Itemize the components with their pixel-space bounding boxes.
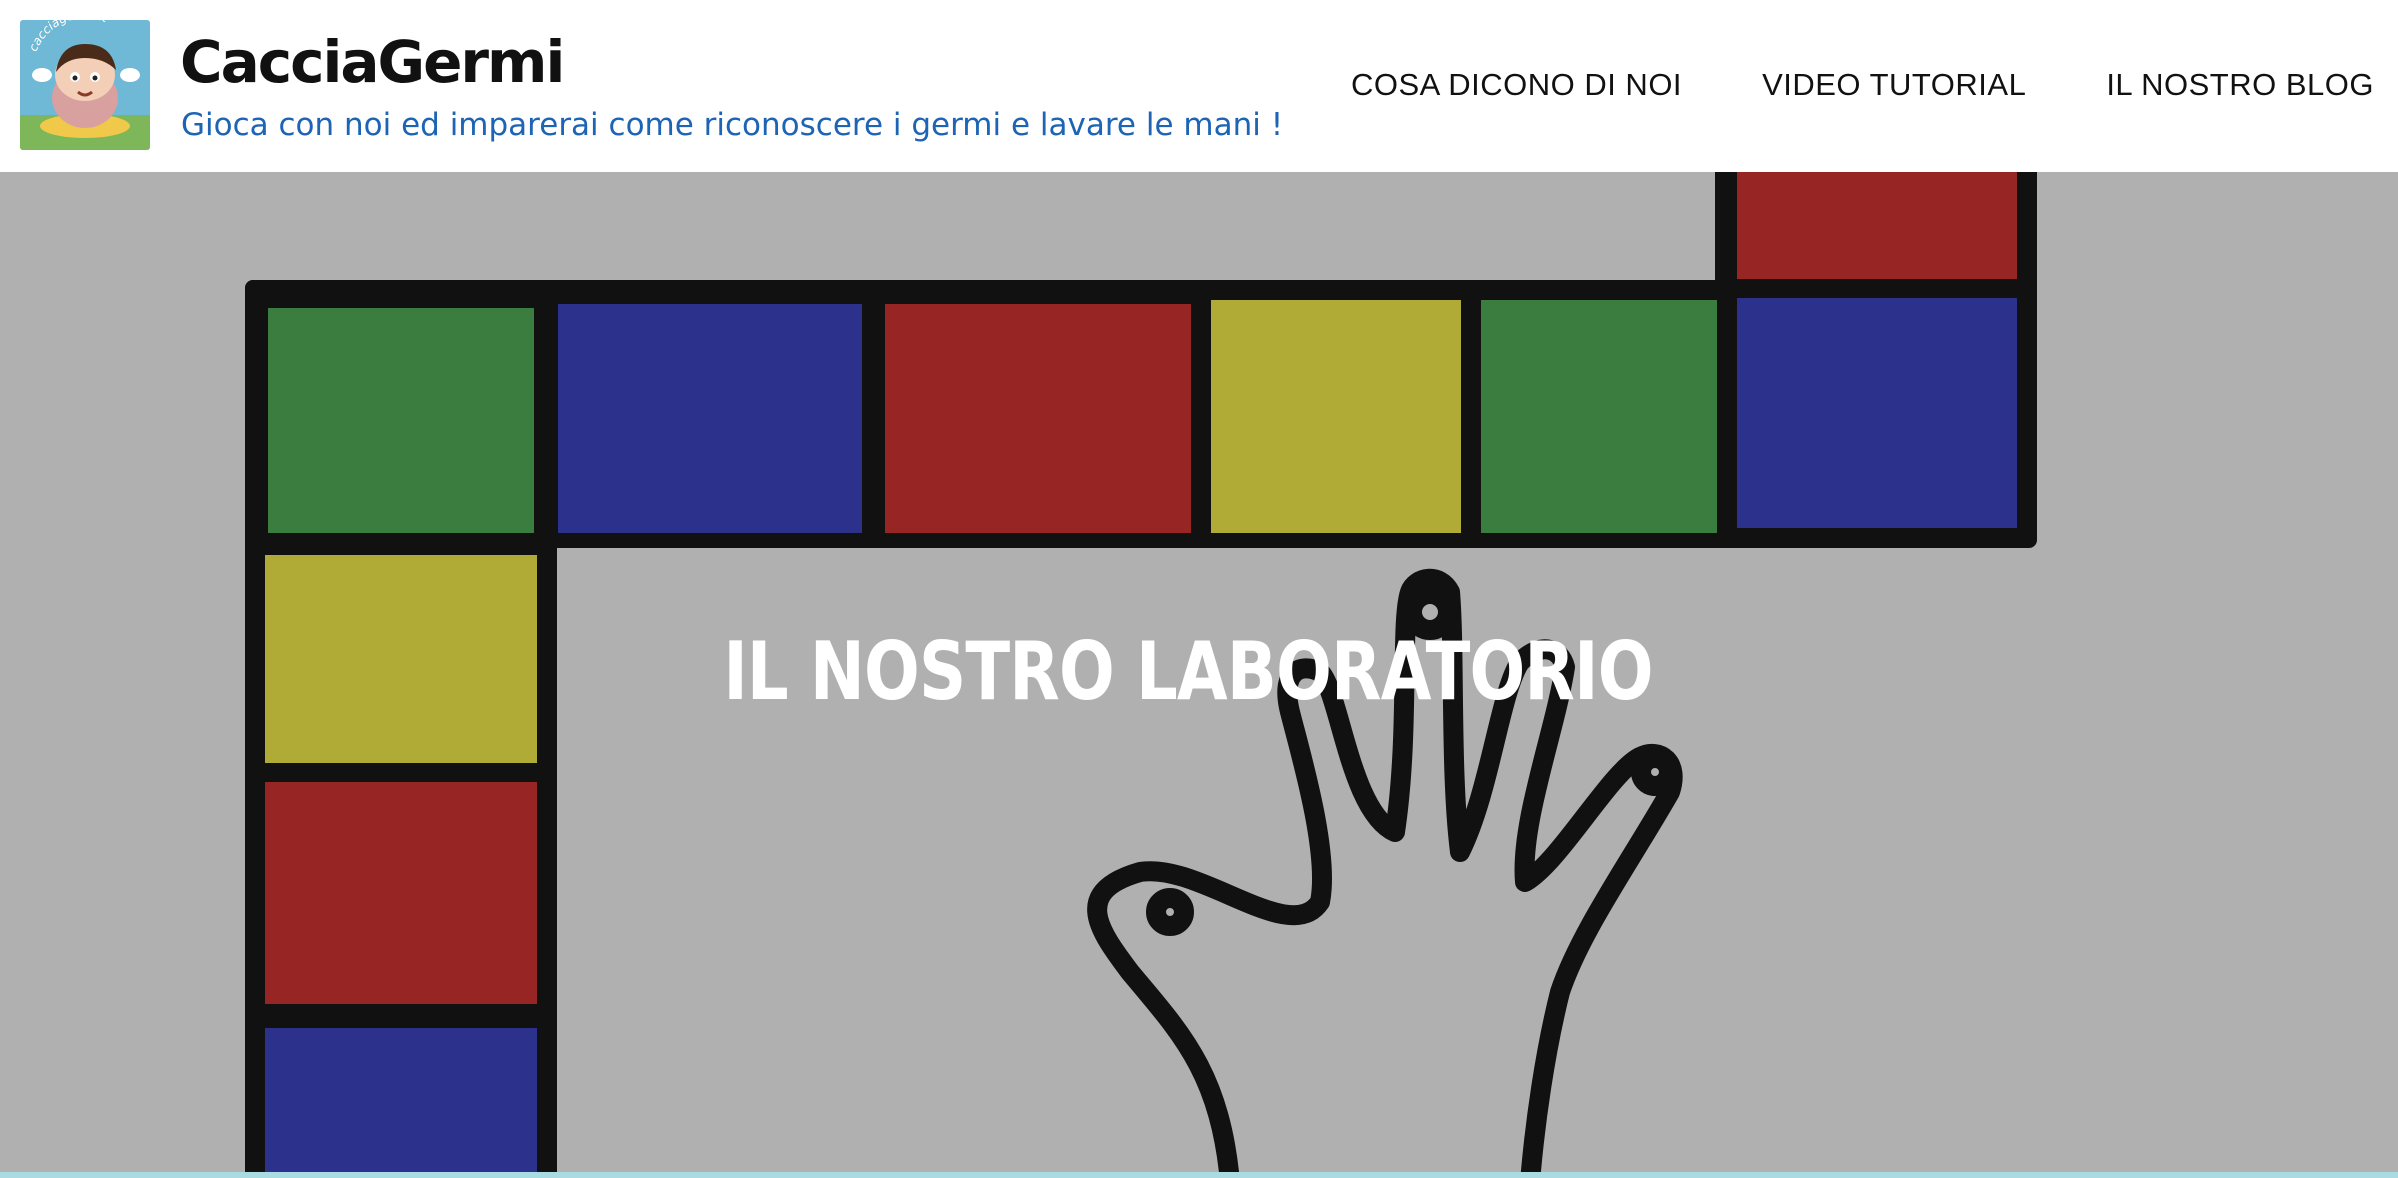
site-tagline: Gioca con noi ed imparerai come riconosc…: [181, 107, 1284, 143]
board-square-green: [268, 308, 534, 533]
hero-title: IL NOSTRO LABORATORIO: [723, 625, 1653, 718]
main-nav: COSA DICONO DI NOI VIDEO TUTORIAL IL NOS…: [1351, 60, 2374, 110]
nav-video-tutorial[interactable]: VIDEO TUTORIAL: [1762, 67, 2026, 103]
board-square-blue: [265, 1028, 537, 1172]
board-square-blue: [558, 304, 862, 533]
board-square-yellow: [1211, 300, 1461, 533]
board-square-red: [1737, 172, 2017, 279]
logo-image: cacciagermi.it: [20, 20, 150, 150]
nav-il-nostro-blog[interactable]: IL NOSTRO BLOG: [2106, 67, 2374, 103]
site-header: cacciagermi.it CacciaGermi Gioca con noi…: [0, 0, 2398, 172]
board-square-red: [265, 782, 537, 1004]
bottom-strip: [0, 1172, 2398, 1178]
board-square-blue: [1737, 298, 2017, 528]
board-square-red: [885, 304, 1191, 533]
board-square-green: [1481, 300, 1717, 533]
hero-banner: IL NOSTRO LABORATORIO: [0, 172, 2398, 1172]
nav-cosa-dicono-di-noi[interactable]: COSA DICONO DI NOI: [1351, 67, 1682, 103]
site-title[interactable]: CacciaGermi: [180, 22, 565, 102]
site-logo[interactable]: cacciagermi.it: [20, 20, 150, 150]
